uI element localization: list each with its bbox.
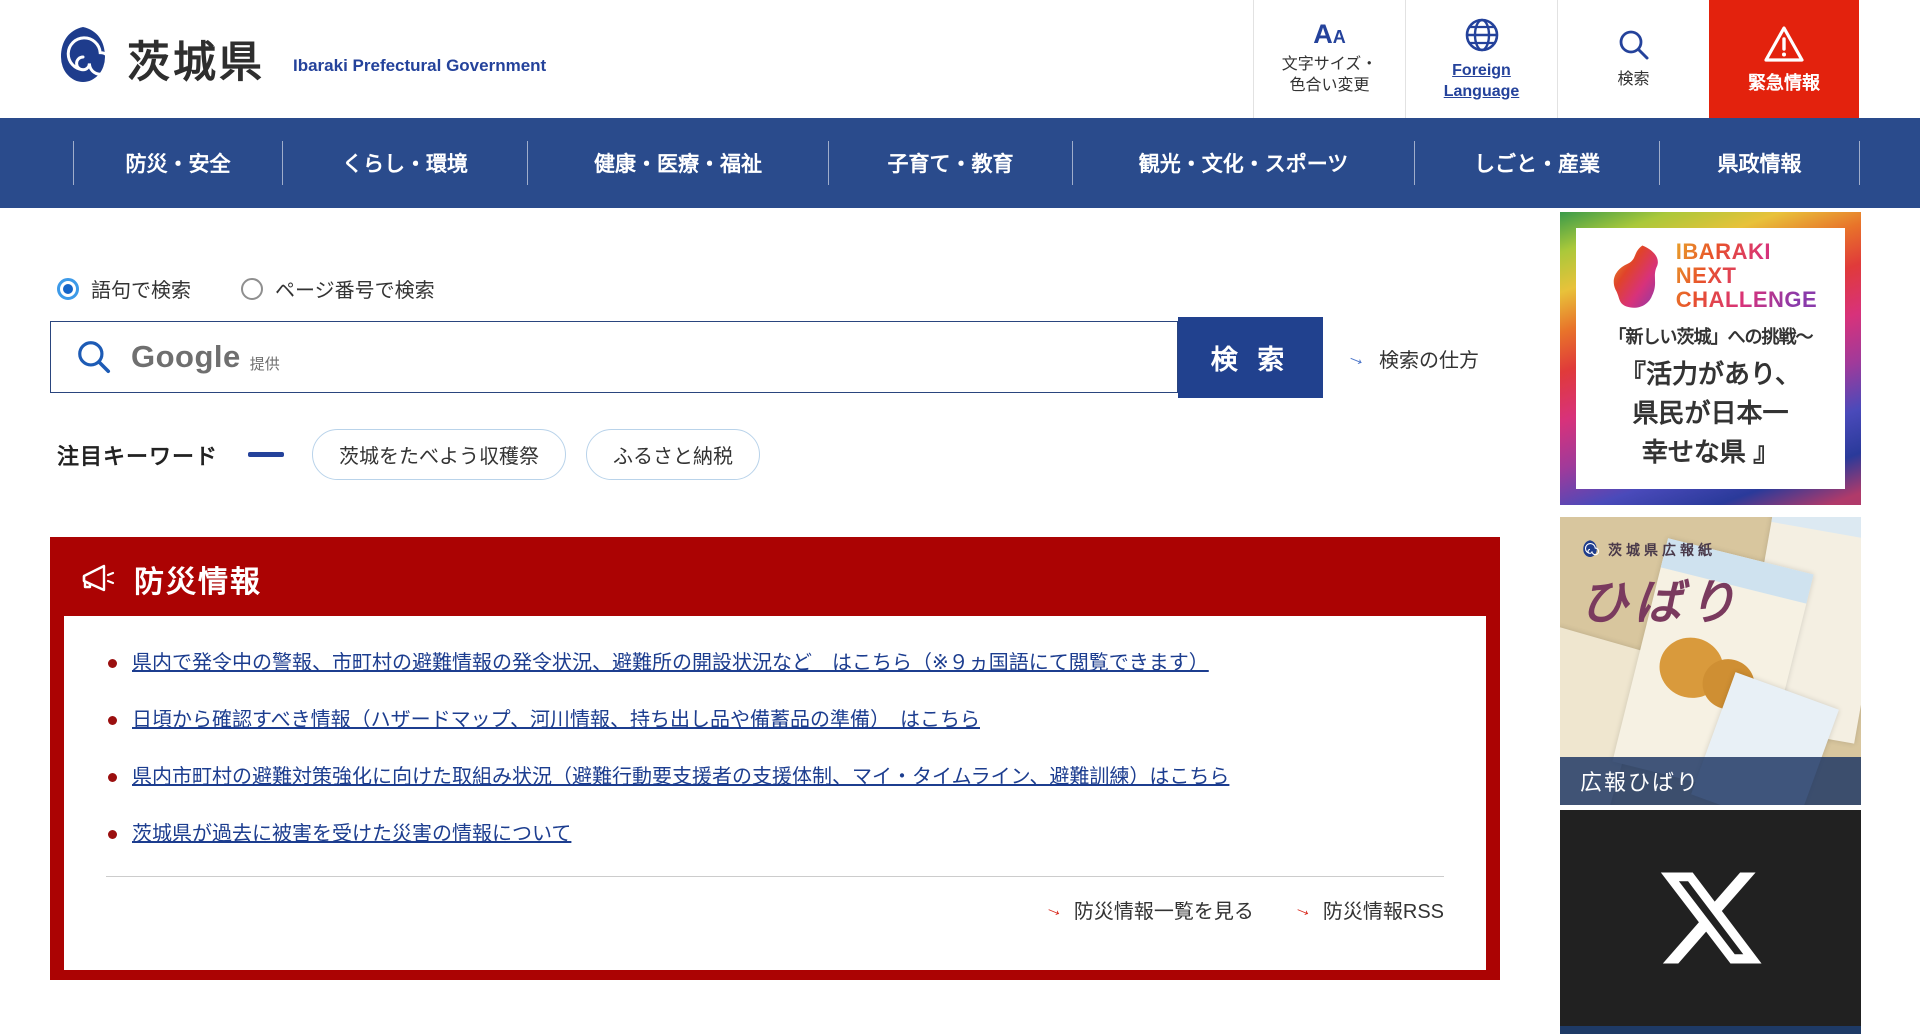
disaster-list-link[interactable]: → 防災情報一覧を見る bbox=[1045, 895, 1254, 924]
disaster-info-header: 防災情報 bbox=[50, 537, 1500, 616]
search-submit-button[interactable]: 検 索 bbox=[1178, 317, 1323, 398]
emergency-info-button[interactable]: 緊急情報 bbox=[1709, 0, 1859, 118]
x-logo-icon bbox=[1655, 862, 1767, 974]
search-placeholder-brand: Google bbox=[131, 339, 241, 375]
banner-inner: IBARAKI NEXT CHALLENGE 「新しい茨城」への挑戦～ 『活力が… bbox=[1576, 228, 1845, 489]
text-size-icon: AA bbox=[1313, 21, 1346, 48]
emergency-info-label: 緊急情報 bbox=[1748, 72, 1820, 95]
globe-icon bbox=[1463, 16, 1501, 54]
arrow-right-icon: → bbox=[1041, 896, 1067, 924]
site-name: 茨城県 bbox=[127, 28, 265, 90]
site-subtitle: Ibaraki Prefectural Government bbox=[293, 56, 546, 76]
header: 茨城県 Ibaraki Prefectural Government AA 文字… bbox=[0, 0, 1920, 118]
disaster-footer-links: → 防災情報一覧を見る → 防災情報RSS bbox=[106, 877, 1444, 924]
list-item: 県内で発令中の警報、市町村の避難情報の発令状況、避難所の開設状況など はこちら（… bbox=[106, 648, 1444, 679]
hibari-title: ひばり bbox=[1580, 563, 1742, 633]
search-input[interactable]: Google 提供 bbox=[50, 321, 1178, 393]
disaster-link-preparation[interactable]: 日頃から確認すべき情報（ハザードマップ、河川情報、持ち出し品や備蓄品の準備） は… bbox=[132, 709, 980, 731]
nav-item-kurashi-kankyo[interactable]: くらし・環境 bbox=[283, 118, 527, 208]
ibaraki-map-icon bbox=[1604, 243, 1666, 309]
search-placeholder-suffix: 提供 bbox=[250, 353, 280, 374]
disaster-link-alerts[interactable]: 県内で発令中の警報、市町村の避難情報の発令状況、避難所の開設状況など はこちら（… bbox=[132, 652, 1209, 674]
header-utilities: AA 文字サイズ・色合い変更 ForeignLanguage 検索 bbox=[1253, 0, 1859, 118]
banner-hibari-newsletter[interactable]: 茨城県広報紙 ひばり 広報ひばり bbox=[1560, 517, 1861, 805]
search-help-label: 検索の仕方 bbox=[1379, 344, 1479, 373]
foreign-language-label: ForeignLanguage bbox=[1444, 61, 1520, 103]
radio-keyword-search[interactable] bbox=[57, 278, 79, 300]
foreign-language-button[interactable]: ForeignLanguage bbox=[1405, 0, 1557, 118]
search-help-link[interactable]: → 検索の仕方 bbox=[1347, 344, 1479, 373]
nav-item-kanko-bunka-sports[interactable]: 観光・文化・スポーツ bbox=[1073, 118, 1414, 208]
nav-item-kensei-joho[interactable]: 県政情報 bbox=[1660, 118, 1859, 208]
font-size-button[interactable]: AA 文字サイズ・色合い変更 bbox=[1253, 0, 1405, 118]
featured-keywords-label: 注目キーワード bbox=[57, 439, 218, 471]
hibari-caption: 広報ひばり bbox=[1580, 765, 1700, 797]
nav-item-kosodate-kyoiku[interactable]: 子育て・教育 bbox=[829, 118, 1072, 208]
disaster-info-section: 防災情報 県内で発令中の警報、市町村の避難情報の発令状況、避難所の開設状況など … bbox=[50, 537, 1500, 980]
disaster-rss-link-label: 防災情報RSS bbox=[1323, 895, 1444, 924]
megaphone-icon bbox=[80, 562, 116, 596]
next-banner-edge bbox=[1560, 1026, 1861, 1034]
list-item: 県内市町村の避難対策強化に向けた取組み状況（避難行動要支援者の支援体制、マイ・タ… bbox=[106, 762, 1444, 793]
banner-ibaraki-next-challenge[interactable]: IBARAKI NEXT CHALLENGE 「新しい茨城」への挑戦～ 『活力が… bbox=[1560, 212, 1861, 505]
arrow-right-icon: → bbox=[1343, 344, 1370, 373]
disaster-rss-link[interactable]: → 防災情報RSS bbox=[1294, 895, 1444, 924]
ibaraki-rose-logo-icon bbox=[1580, 539, 1600, 561]
hibari-publisher: 茨城県広報紙 bbox=[1608, 540, 1716, 560]
nav-item-bousai-anzen[interactable]: 防災・安全 bbox=[74, 118, 282, 208]
disaster-list-link-label: 防災情報一覧を見る bbox=[1074, 895, 1254, 924]
hibari-logo: 茨城県広報紙 ひばり bbox=[1580, 539, 1742, 633]
disaster-link-past-disasters[interactable]: 茨城県が過去に被害を受けた災害の情報について bbox=[132, 823, 571, 845]
nav-item-shigoto-sangyo[interactable]: しごと・産業 bbox=[1415, 118, 1659, 208]
nav-divider bbox=[1859, 141, 1860, 185]
hibari-caption-bar: 広報ひばり bbox=[1560, 757, 1861, 805]
header-search-label: 検索 bbox=[1617, 70, 1649, 91]
search-icon bbox=[1616, 27, 1652, 63]
list-item: 茨城県が過去に被害を受けた災害の情報について bbox=[106, 819, 1444, 850]
radio-keyword-search-label[interactable]: 語句で検索 bbox=[91, 274, 191, 303]
challenge-subtitle: 「新しい茨城」への挑戦～ bbox=[1586, 323, 1835, 349]
site-logo[interactable]: 茨城県 Ibaraki Prefectural Government bbox=[55, 0, 546, 118]
featured-keywords: 注目キーワード 茨城をたべよう収穫祭 ふるさと納税 bbox=[57, 429, 780, 480]
challenge-quote: 『活力があり、 県民が日本一 幸せな県 』 bbox=[1586, 355, 1835, 472]
header-search-button[interactable]: 検索 bbox=[1557, 0, 1709, 118]
disaster-info-title: 防災情報 bbox=[134, 557, 262, 601]
radio-page-number-search-label[interactable]: ページ番号で検索 bbox=[275, 274, 435, 303]
font-size-label: 文字サイズ・色合い変更 bbox=[1282, 55, 1378, 97]
nav-item-kenko-iryo-fukushi[interactable]: 健康・医療・福祉 bbox=[528, 118, 828, 208]
banner-x-social[interactable] bbox=[1560, 810, 1861, 1026]
search-input-magnifier-icon bbox=[75, 338, 113, 376]
keyword-tag-furusato-nozei[interactable]: ふるさと納税 bbox=[586, 429, 760, 480]
warning-triangle-icon bbox=[1761, 23, 1807, 65]
keyword-tag-harvest-festival[interactable]: 茨城をたべよう収穫祭 bbox=[312, 429, 566, 480]
disaster-info-panel: 県内で発令中の警報、市町村の避難情報の発令状況、避難所の開設状況など はこちら（… bbox=[64, 616, 1486, 970]
keyword-dash bbox=[248, 452, 284, 457]
list-item: 日頃から確認すべき情報（ハザードマップ、河川情報、持ち出し品や備蓄品の準備） は… bbox=[106, 705, 1444, 736]
disaster-link-list: 県内で発令中の警報、市町村の避難情報の発令状況、避難所の開設状況など はこちら（… bbox=[106, 648, 1444, 850]
disaster-link-municipal-measures[interactable]: 県内市町村の避難対策強化に向けた取組み状況（避難行動要支援者の支援体制、マイ・タ… bbox=[132, 766, 1229, 788]
ibaraki-rose-logo-icon bbox=[55, 23, 111, 95]
search-mode-radios: 語句で検索 ページ番号で検索 bbox=[57, 274, 435, 303]
arrow-right-icon: → bbox=[1290, 896, 1316, 924]
global-nav: 防災・安全 くらし・環境 健康・医療・福祉 子育て・教育 観光・文化・スポーツ … bbox=[0, 118, 1920, 208]
radio-page-number-search[interactable] bbox=[241, 278, 263, 300]
challenge-title: IBARAKI NEXT CHALLENGE bbox=[1676, 240, 1817, 311]
